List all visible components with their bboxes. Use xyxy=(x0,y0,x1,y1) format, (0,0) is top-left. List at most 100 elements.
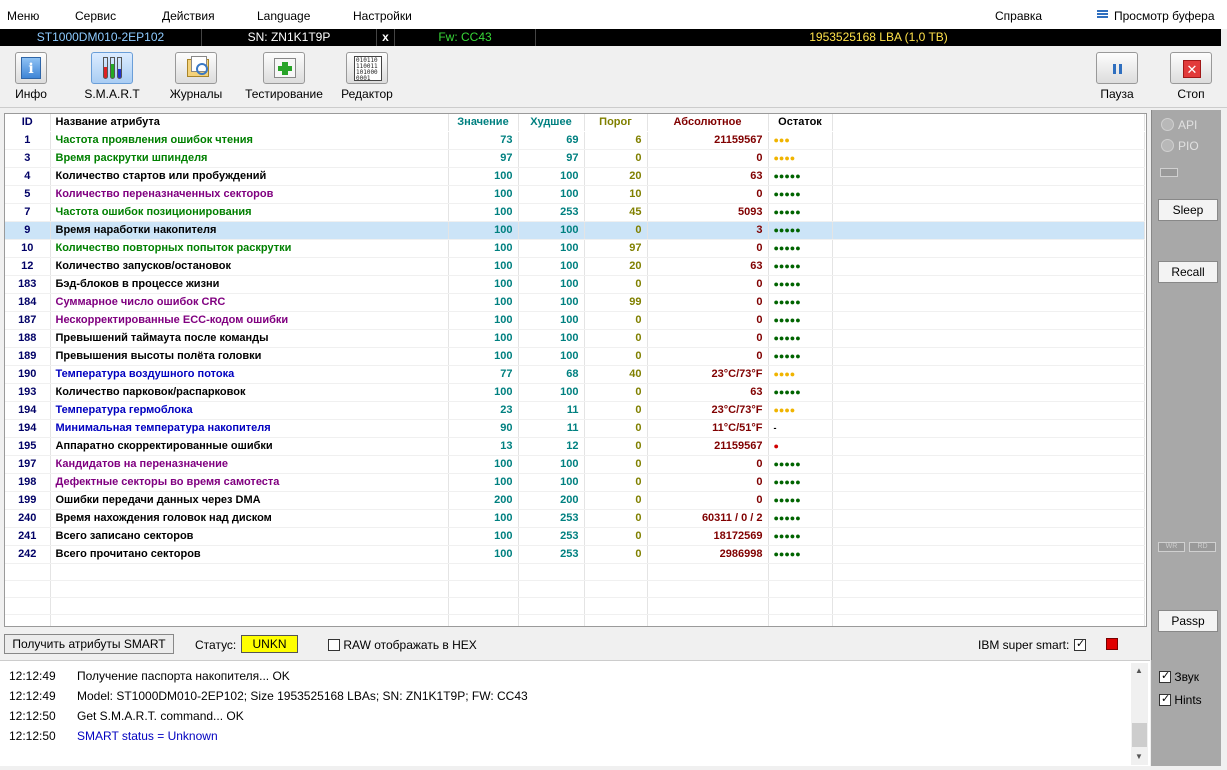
stop-button[interactable]: ✕ Стоп xyxy=(1168,52,1214,101)
menu-help[interactable]: Справка xyxy=(995,9,1042,23)
testing-button[interactable]: Тестирование xyxy=(241,52,327,101)
smart-button[interactable]: S.M.A.R.T xyxy=(84,52,140,101)
attr-worst: 11 xyxy=(518,419,585,438)
status-label: Статус: xyxy=(195,638,237,652)
passport-button[interactable]: Passp xyxy=(1158,610,1218,632)
attr-raw: 0 xyxy=(647,239,769,258)
row-filler xyxy=(832,383,1145,402)
header-threshold[interactable]: Порог xyxy=(584,114,648,132)
logs-button[interactable]: Журналы xyxy=(166,52,226,101)
attr-raw: 63 xyxy=(647,257,769,276)
table-row[interactable]: 241 Всего записано секторов 100 253 0 1817256… xyxy=(5,527,1145,546)
attr-id: 199 xyxy=(5,491,51,510)
table-row[interactable]: 195 Аппаратно скорректированные ошибки 13 1… xyxy=(5,437,1145,456)
hints-checkbox[interactable]: Hints xyxy=(1159,692,1202,707)
hints-label: Hints xyxy=(1174,693,1202,707)
attr-worst: 100 xyxy=(518,329,585,348)
header-value[interactable]: Значение xyxy=(448,114,519,132)
row-filler xyxy=(832,545,1145,564)
header-id[interactable]: ID xyxy=(5,114,51,132)
menu-service[interactable]: Сервис xyxy=(75,9,116,23)
table-row[interactable]: 3 Время раскрутки шпинделя 97 97 0 0 ●●●● xyxy=(5,149,1145,168)
row-filler xyxy=(832,419,1145,438)
menu-language[interactable]: Language xyxy=(257,9,310,23)
table-row[interactable]: 199 Ошибки передачи данных через DMA 200 20… xyxy=(5,491,1145,510)
recall-button[interactable]: Recall xyxy=(1158,261,1218,283)
attr-remaining: - xyxy=(768,419,833,438)
attr-name: Суммарное число ошибок CRC xyxy=(50,293,449,312)
menu-actions[interactable]: Действия xyxy=(162,9,215,23)
pause-button[interactable]: Пауза xyxy=(1094,52,1140,101)
table-row[interactable]: 184 Суммарное число ошибок CRC 100 100 99 0 ●●… xyxy=(5,293,1145,312)
status-badge: UNKN xyxy=(241,635,298,653)
pause-icon xyxy=(1096,52,1138,84)
attr-threshold: 0 xyxy=(584,437,648,456)
log-time: 12:12:50 xyxy=(9,729,56,743)
attr-worst: 253 xyxy=(518,203,585,222)
info-button[interactable]: i Инфо xyxy=(8,52,54,101)
table-row[interactable]: 4 Количество стартов или пробуждений 100 10… xyxy=(5,167,1145,186)
editor-button[interactable]: 010110 110011 101000 0001 Редактор xyxy=(338,52,396,101)
header-worst[interactable]: Худшее xyxy=(518,114,585,132)
table-row[interactable]: 242 Всего прочитано секторов 100 253 0 298699… xyxy=(5,545,1145,564)
table-row[interactable]: 193 Количество парковок/распарковок 100 100… xyxy=(5,383,1145,402)
attr-name: Количество переназначенных секторов xyxy=(50,185,449,204)
header-name[interactable]: Название атрибута xyxy=(50,114,449,132)
api-radio[interactable]: API xyxy=(1161,118,1197,132)
table-row[interactable]: 187 Нескорректированные ECC-кодом ошибки 1… xyxy=(5,311,1145,330)
sleep-button[interactable]: Sleep xyxy=(1158,199,1218,221)
attr-worst: 100 xyxy=(518,257,585,276)
attr-name: Количество запусков/остановок xyxy=(50,257,449,276)
row-filler xyxy=(832,293,1145,312)
first-aid-icon xyxy=(263,52,305,84)
table-row[interactable]: 12 Количество запусков/остановок 100 100 20 6… xyxy=(5,257,1145,276)
table-row[interactable]: 7 Частота ошибок позиционирования 100 253 45… xyxy=(5,203,1145,222)
attr-value: 100 xyxy=(448,383,519,402)
menu-settings[interactable]: Настройки xyxy=(353,9,412,23)
table-row[interactable]: 1 Частота проявления ошибок чтения 73 69 6 21… xyxy=(5,131,1145,150)
log-panel[interactable]: 12:12:49 Получение паспорта накопителя...… xyxy=(0,660,1150,766)
attr-name: Дефектные секторы во время самотеста xyxy=(50,473,449,492)
table-row[interactable]: 198 Дефектные секторы во время самотеста 1… xyxy=(5,473,1145,492)
table-row[interactable]: 194 Температура гермоблока 23 11 0 23°C/73°F ●… xyxy=(5,401,1145,420)
scroll-thumb[interactable] xyxy=(1132,723,1147,747)
attr-id: 198 xyxy=(5,473,51,492)
attr-worst: 100 xyxy=(518,167,585,186)
empty-row xyxy=(5,580,1145,598)
table-row[interactable]: 189 Превышения высоты полёта головки 100 10… xyxy=(5,347,1145,366)
scroll-down-icon[interactable]: ▼ xyxy=(1135,752,1143,761)
table-row[interactable]: 194 Минимальная температура накопителя 90 1… xyxy=(5,419,1145,438)
attr-id: 197 xyxy=(5,455,51,474)
log-message: Model: ST1000DM010-2EP102; Size 19535251… xyxy=(77,689,528,703)
table-row[interactable]: 10 Количество повторных попыток раскрутки… xyxy=(5,239,1145,258)
get-smart-button[interactable]: Получить атрибуты SMART xyxy=(4,634,174,654)
table-row[interactable]: 240 Время нахождения головок над диском 10… xyxy=(5,509,1145,528)
table-row[interactable]: 188 Превышений таймаута после команды 100 1… xyxy=(5,329,1145,348)
sound-checkbox[interactable]: Звук xyxy=(1159,669,1199,684)
menu-main[interactable]: Меню xyxy=(7,9,39,23)
log-entry: 12:12:49 Model: ST1000DM010-2EP102; Size … xyxy=(9,689,528,703)
drive-model-select[interactable]: ST1000DM010-2EP102 xyxy=(0,29,202,46)
menu-buffer-view[interactable]: Просмотр буфера xyxy=(1114,9,1215,23)
table-row[interactable]: 5 Количество переназначенных секторов 100 1… xyxy=(5,185,1145,204)
attr-raw: 0 xyxy=(647,149,769,168)
table-row[interactable]: 9 Время наработки накопителя 100 100 0 3 ●●●●● xyxy=(5,221,1145,240)
log-entry: 12:12:49 Получение паспорта накопителя...… xyxy=(9,669,290,683)
ibm-super-smart-label: IBM super smart: xyxy=(978,638,1070,652)
pio-radio[interactable]: PIO xyxy=(1161,139,1199,153)
scroll-up-icon[interactable]: ▲ xyxy=(1135,666,1143,675)
attr-worst: 100 xyxy=(518,311,585,330)
header-raw[interactable]: Абсолютное xyxy=(647,114,769,132)
attr-id: 1 xyxy=(5,131,51,150)
table-row[interactable]: 183 Бэд-блоков в процессе жизни 100 100 0 0 ●●… xyxy=(5,275,1145,294)
table-row[interactable]: 197 Кандидатов на переназначение 100 100 0 0 ●… xyxy=(5,455,1145,474)
row-filler xyxy=(832,311,1145,330)
header-remaining[interactable]: Остаток xyxy=(768,114,833,132)
drive-close-button[interactable]: x xyxy=(377,29,395,46)
log-scrollbar[interactable]: ▲ ▼ xyxy=(1131,663,1148,765)
table-row[interactable]: 190 Температура воздушного потока 77 68 40 23… xyxy=(5,365,1145,384)
ibm-super-smart-checkbox[interactable] xyxy=(1074,637,1086,652)
attr-remaining: ●●●●● xyxy=(768,257,833,276)
close-icon: ✕ xyxy=(1170,52,1212,84)
raw-hex-checkbox[interactable]: RAW отображать в HEX xyxy=(328,638,477,652)
